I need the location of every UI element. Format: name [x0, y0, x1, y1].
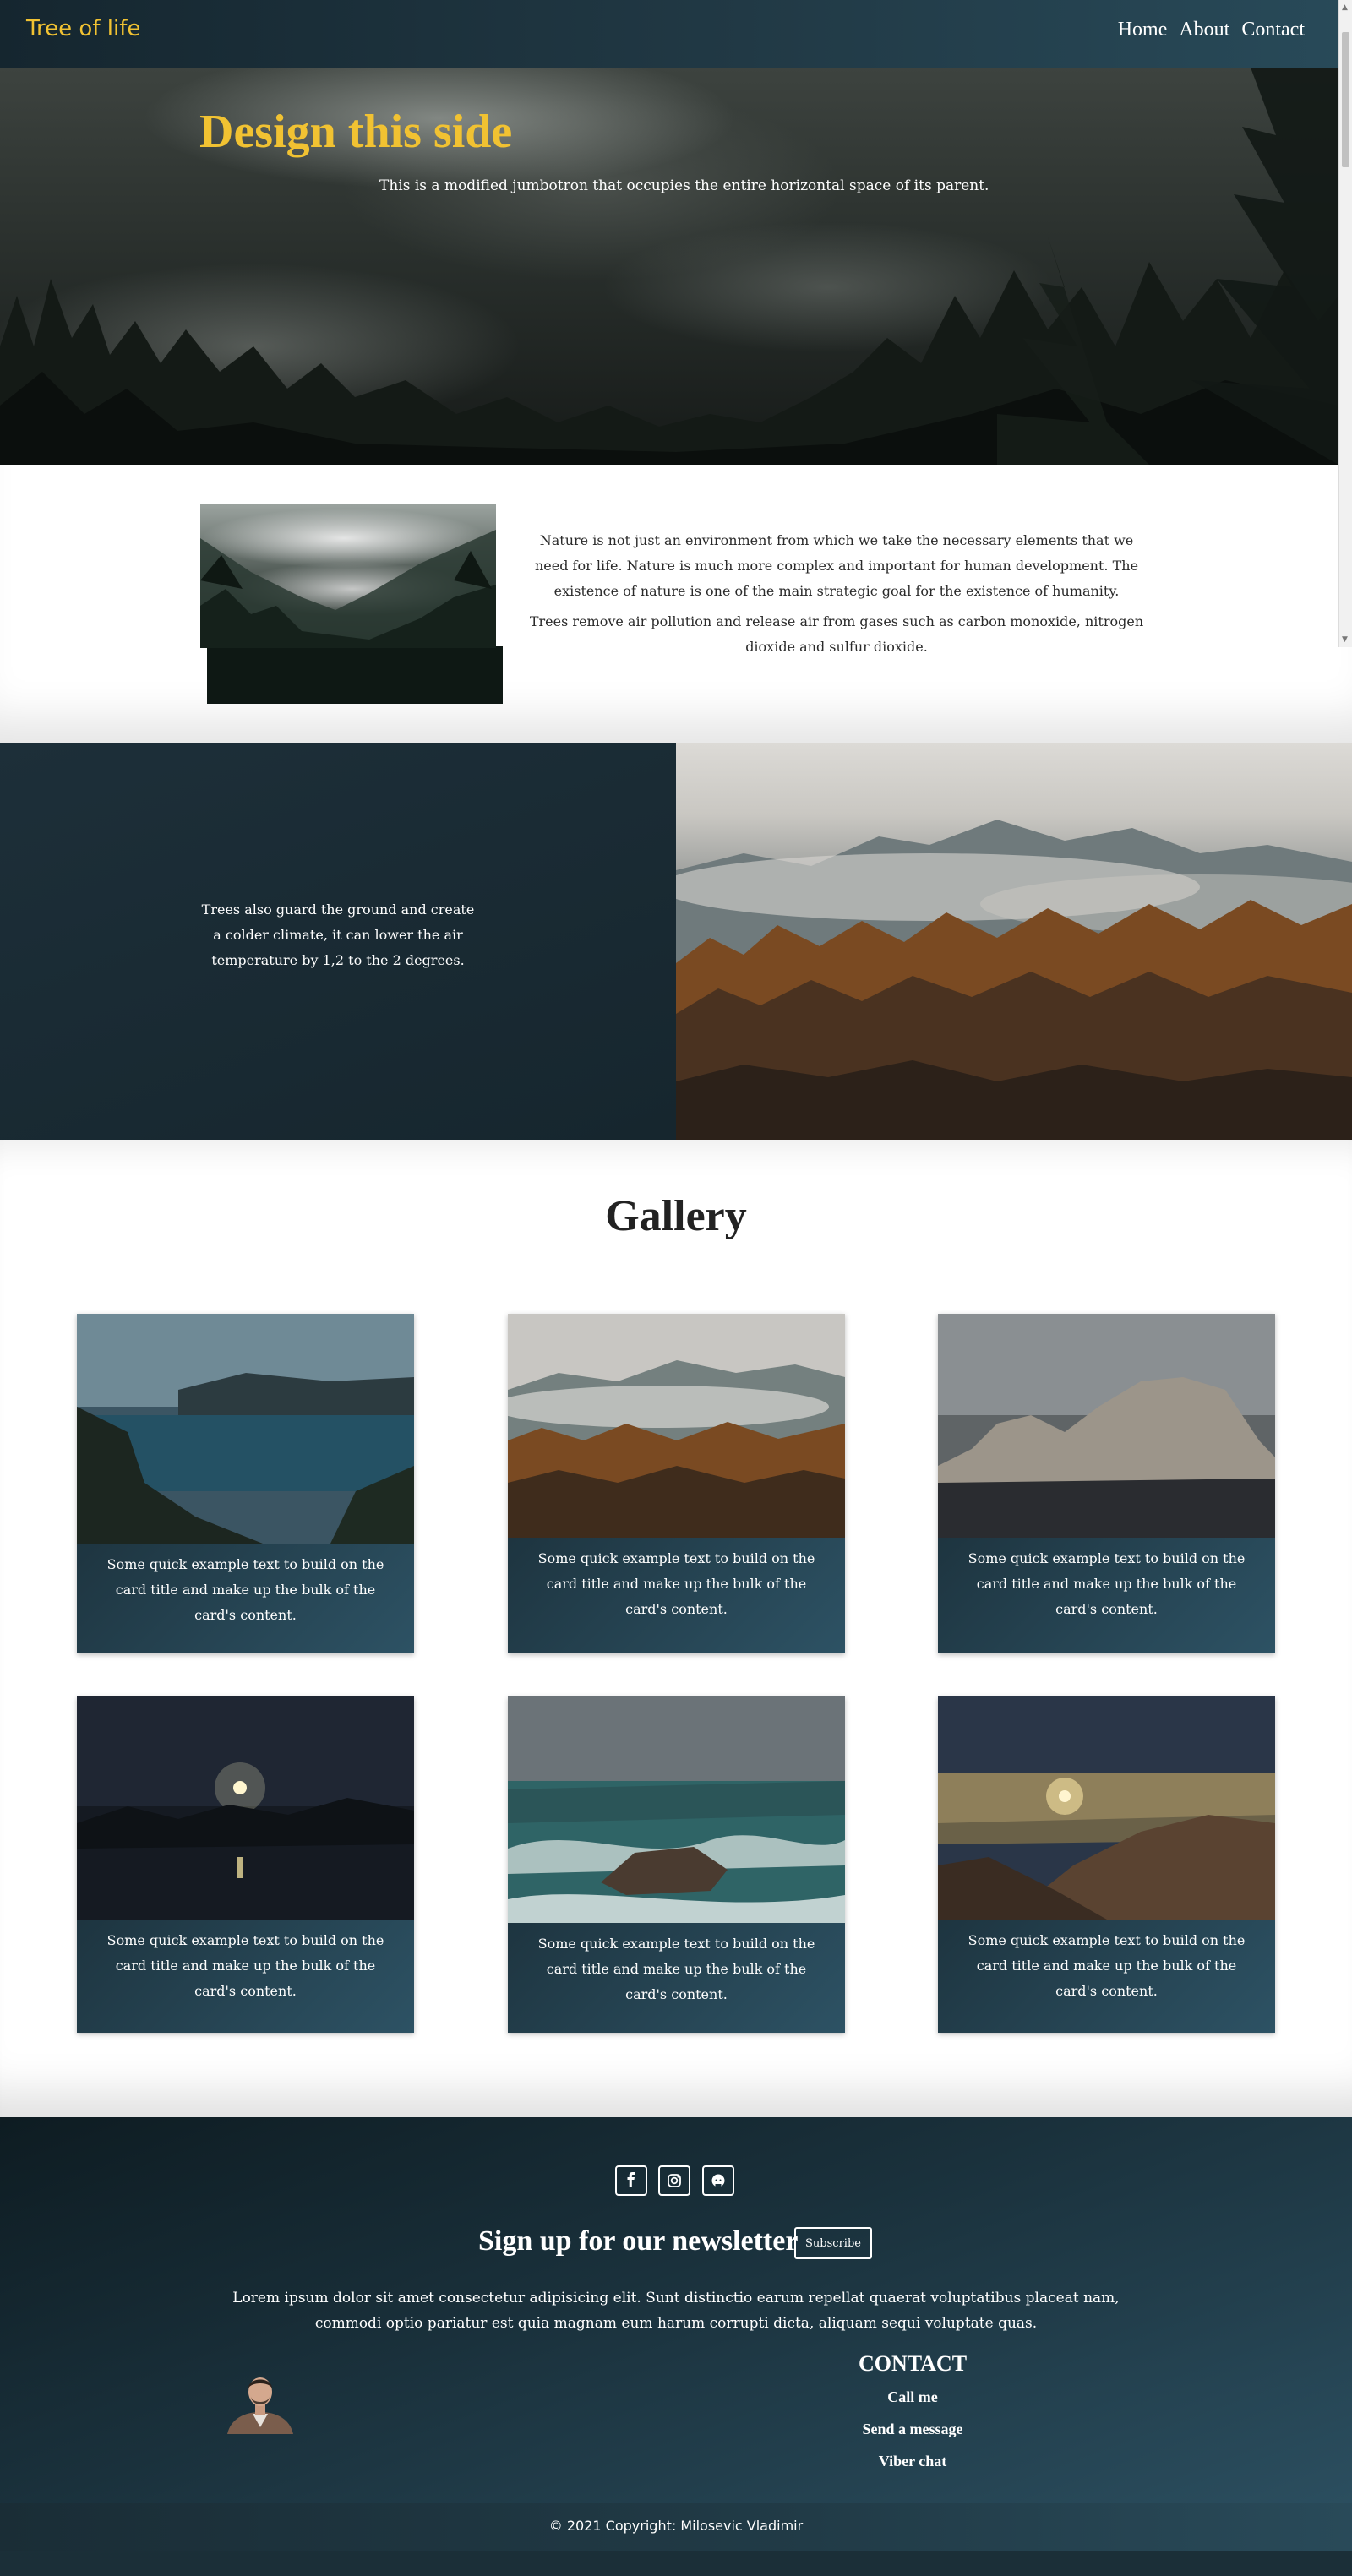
github-icon[interactable]	[702, 2165, 734, 2196]
page-scrollbar[interactable]: ▲ ▼	[1338, 0, 1352, 647]
facebook-icon[interactable]	[615, 2165, 647, 2196]
copyright-text: © 2021 Copyright: Milosevic Vladimir	[548, 2518, 804, 2534]
autumn-forest-art	[676, 820, 1352, 1140]
contact-link-message[interactable]: Send a message	[744, 2421, 1082, 2438]
contact-link-call[interactable]: Call me	[744, 2388, 1082, 2406]
contact-title: CONTACT	[858, 2351, 968, 2376]
valley-mountains	[200, 530, 496, 648]
card-image-sea-cliff	[938, 1314, 1275, 1538]
misty-valley-image	[200, 504, 496, 648]
hero-subtitle: This is a modified jumbotron that occupi…	[379, 177, 989, 194]
photo-offset-shadow	[207, 646, 503, 704]
subscribe-button[interactable]: Subscribe	[794, 2227, 872, 2259]
card-text: Some quick example text to build on the …	[968, 1550, 1246, 1617]
card-image-lake-mountains	[77, 1314, 414, 1544]
about-paragraph-2: Trees remove air pollution and release a…	[529, 613, 1144, 655]
gallery-card[interactable]: Some quick example text to build on the …	[77, 1696, 414, 2033]
newsletter-title: Sign up for our newsletter	[478, 2225, 799, 2257]
card-text: Some quick example text to build on the …	[106, 1932, 384, 1999]
hero-tree-silhouette	[997, 68, 1338, 465]
footer-description: Lorem ipsum dolor sit amet consectetur a…	[232, 2290, 1120, 2332]
gallery-card[interactable]: Some quick example text to build on the …	[508, 1696, 845, 2033]
bottom-strip	[0, 2551, 1352, 2576]
nav-link-about[interactable]: About	[1179, 19, 1229, 41]
avatar	[219, 2363, 302, 2434]
gallery-card[interactable]: Some quick example text to build on the …	[77, 1314, 414, 1653]
autumn-forest-image	[676, 743, 1352, 1140]
gallery-card[interactable]: Some quick example text to build on the …	[938, 1696, 1275, 2033]
card-image-autumn-forest-fog	[508, 1314, 845, 1538]
card-image-stormy-sea-rock	[508, 1696, 845, 1923]
card-image-moonlit-lake	[77, 1696, 414, 1920]
card-text: Some quick example text to build on the …	[537, 1936, 815, 2002]
hero-title: Design this side	[199, 106, 513, 158]
split-text: Trees also guard the ground and create a…	[201, 901, 475, 968]
gallery-title: Gallery	[605, 1192, 747, 1240]
contact-link-viber[interactable]: Viber chat	[744, 2453, 1082, 2470]
card-image-sunset-hills	[938, 1696, 1275, 1920]
gallery-card[interactable]: Some quick example text to build on the …	[938, 1314, 1275, 1653]
nav-link-contact[interactable]: Contact	[1241, 19, 1305, 41]
scroll-up-icon[interactable]: ▲	[1342, 3, 1348, 12]
scrollbar-thumb[interactable]	[1342, 32, 1349, 167]
about-text: Nature is not just an environment from w…	[524, 528, 1149, 660]
navbar: Tree of life Home About Contact	[0, 0, 1352, 68]
card-text: Some quick example text to build on the …	[537, 1550, 815, 1617]
card-text: Some quick example text to build on the …	[106, 1556, 384, 1623]
scroll-down-icon[interactable]: ▼	[1342, 635, 1348, 644]
instagram-icon[interactable]	[658, 2165, 690, 2196]
brand-logo[interactable]: Tree of life	[26, 16, 140, 41]
about-paragraph-1: Nature is not just an environment from w…	[534, 532, 1139, 599]
nav-link-home[interactable]: Home	[1118, 19, 1168, 41]
gallery-card[interactable]: Some quick example text to build on the …	[508, 1314, 845, 1653]
card-text: Some quick example text to build on the …	[968, 1932, 1246, 1999]
nav-links: Home About Contact	[1118, 19, 1305, 41]
